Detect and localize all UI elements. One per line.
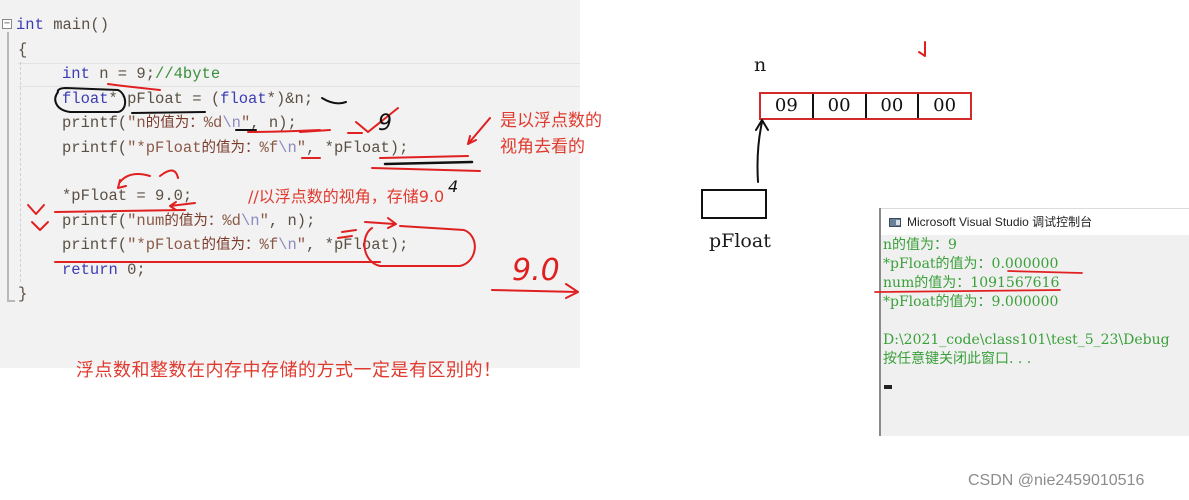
code-token: *pFloat = 9.0;: [62, 187, 193, 205]
code-token: printf(: [62, 114, 128, 132]
code-token: %d: [203, 114, 223, 132]
memory-byte: 00: [867, 94, 920, 118]
code-token: 0;: [117, 261, 146, 279]
code-line-close-brace[interactable]: }: [18, 282, 27, 306]
code-token: }: [18, 285, 28, 303]
code-token: "*pFloat: [127, 236, 202, 254]
code-line-printf-n[interactable]: printf("n的值为：%d\n", n);: [62, 111, 297, 135]
memory-byte: 09: [761, 94, 814, 118]
float-view-note: 是以浮点数的 视角去看的: [500, 108, 602, 160]
console-cursor: [884, 385, 892, 389]
csdn-watermark: CSDN @nie2459010516: [968, 472, 1145, 489]
console-output-line: n的值为：9: [883, 237, 957, 253]
code-token: \n: [240, 212, 260, 230]
console-titlebar[interactable]: Microsoft Visual Studio 调试控制台: [881, 208, 1189, 235]
indent-guide: [20, 62, 21, 282]
code-line-main-signature[interactable]: int main(): [16, 13, 109, 37]
console-title: Microsoft Visual Studio 调试控制台: [907, 215, 1093, 229]
code-token: {: [18, 41, 28, 59]
code-line-printf-pfloat-1[interactable]: printf("*pFloat的值为：%f\n", *pFloat);: [62, 136, 408, 160]
code-token: %f: [259, 236, 279, 254]
code-token: printf(: [62, 212, 128, 230]
pointer-box: [701, 189, 767, 219]
code-token: //4byte: [155, 65, 221, 83]
code-token: , n);: [268, 212, 316, 230]
console-output-line: 按任意键关闭此窗口. . .: [883, 351, 1032, 367]
pointer-pfloat-label: pFloat: [709, 230, 771, 252]
code-line-decl-pfloat[interactable]: float* pFloat = (float*)&n;: [62, 87, 313, 111]
code-token: ": [240, 114, 251, 132]
code-token: printf(: [62, 236, 128, 254]
code-line-decl-n[interactable]: int n = 9;//4byte: [62, 62, 220, 86]
code-token: "num: [127, 212, 165, 230]
console-output-line: *pFloat的值为：9.000000: [883, 294, 1059, 310]
arrow-down-top: [918, 41, 926, 57]
code-token: 的值为：: [201, 140, 260, 156]
code-token: \n: [278, 236, 297, 254]
code-token: return: [62, 261, 118, 279]
fold-guide: [7, 32, 9, 302]
code-token: main(): [43, 16, 110, 34]
code-token: 的值为：: [164, 213, 223, 229]
code-token: , *pFloat);: [306, 139, 409, 157]
code-token: int: [16, 16, 44, 34]
code-token: , n);: [250, 114, 297, 132]
console-output-line: *pFloat的值为：0.000000: [883, 256, 1059, 272]
code-token: , *pFloat);: [306, 236, 409, 254]
code-line-return[interactable]: return 0;: [62, 258, 146, 282]
code-token: float: [62, 90, 109, 108]
code-token: n = 9;: [89, 65, 156, 83]
code-token: %f: [259, 139, 279, 157]
code-token: int: [62, 65, 90, 83]
code-token: %d: [222, 212, 241, 230]
debug-console-window[interactable]: Microsoft Visual Studio 调试控制台 n的值为：9 *pF…: [879, 208, 1189, 436]
code-token: \n: [278, 139, 297, 157]
store-comment: //以浮点数的视角，存储9.0: [248, 187, 445, 206]
float-view-note-line2: 视角去看的: [500, 137, 585, 157]
float-view-note-line1: 是以浮点数的: [500, 111, 602, 131]
code-token: ": [296, 236, 307, 254]
console-app-icon: [889, 218, 901, 227]
pointer-arrow: [755, 119, 769, 183]
code-token: ": [296, 139, 307, 157]
code-line-printf-pfloat-2[interactable]: printf("*pFloat的值为：%f\n", *pFloat);: [62, 233, 408, 257]
console-output-line: num的值为：1091567616: [883, 275, 1060, 291]
code-token: "*pFloat: [127, 139, 202, 157]
code-token: float: [220, 90, 267, 108]
code-line-printf-num[interactable]: printf("num的值为：%d\n", n);: [62, 209, 315, 233]
code-token: "n: [127, 114, 146, 132]
code-line-assign-pfloat[interactable]: *pFloat = 9.0;: [62, 184, 192, 208]
collapse-icon[interactable]: −: [2, 19, 12, 29]
code-token: printf(: [62, 139, 128, 157]
code-token: *)&n;: [266, 90, 314, 108]
code-token: ": [259, 212, 269, 230]
console-output-line: D:\2021_code\class101\test_5_23\Debug: [883, 332, 1170, 348]
variable-n-label: n: [754, 54, 767, 76]
memory-byte: 00: [933, 95, 957, 116]
conclusion-text: 浮点数和整数在内存中存储的方式一定是有区别的！: [76, 360, 502, 381]
code-token: 的值为：: [145, 115, 204, 131]
memory-byte: 00: [814, 94, 867, 118]
code-token: * pFloat = (: [108, 90, 221, 108]
fold-guide-end: [7, 300, 15, 302]
code-line-open-brace[interactable]: {: [18, 38, 27, 62]
memory-bytes-n: 09 00 00 00: [759, 92, 972, 120]
code-token: 的值为：: [201, 237, 260, 253]
code-token: \n: [222, 114, 241, 132]
